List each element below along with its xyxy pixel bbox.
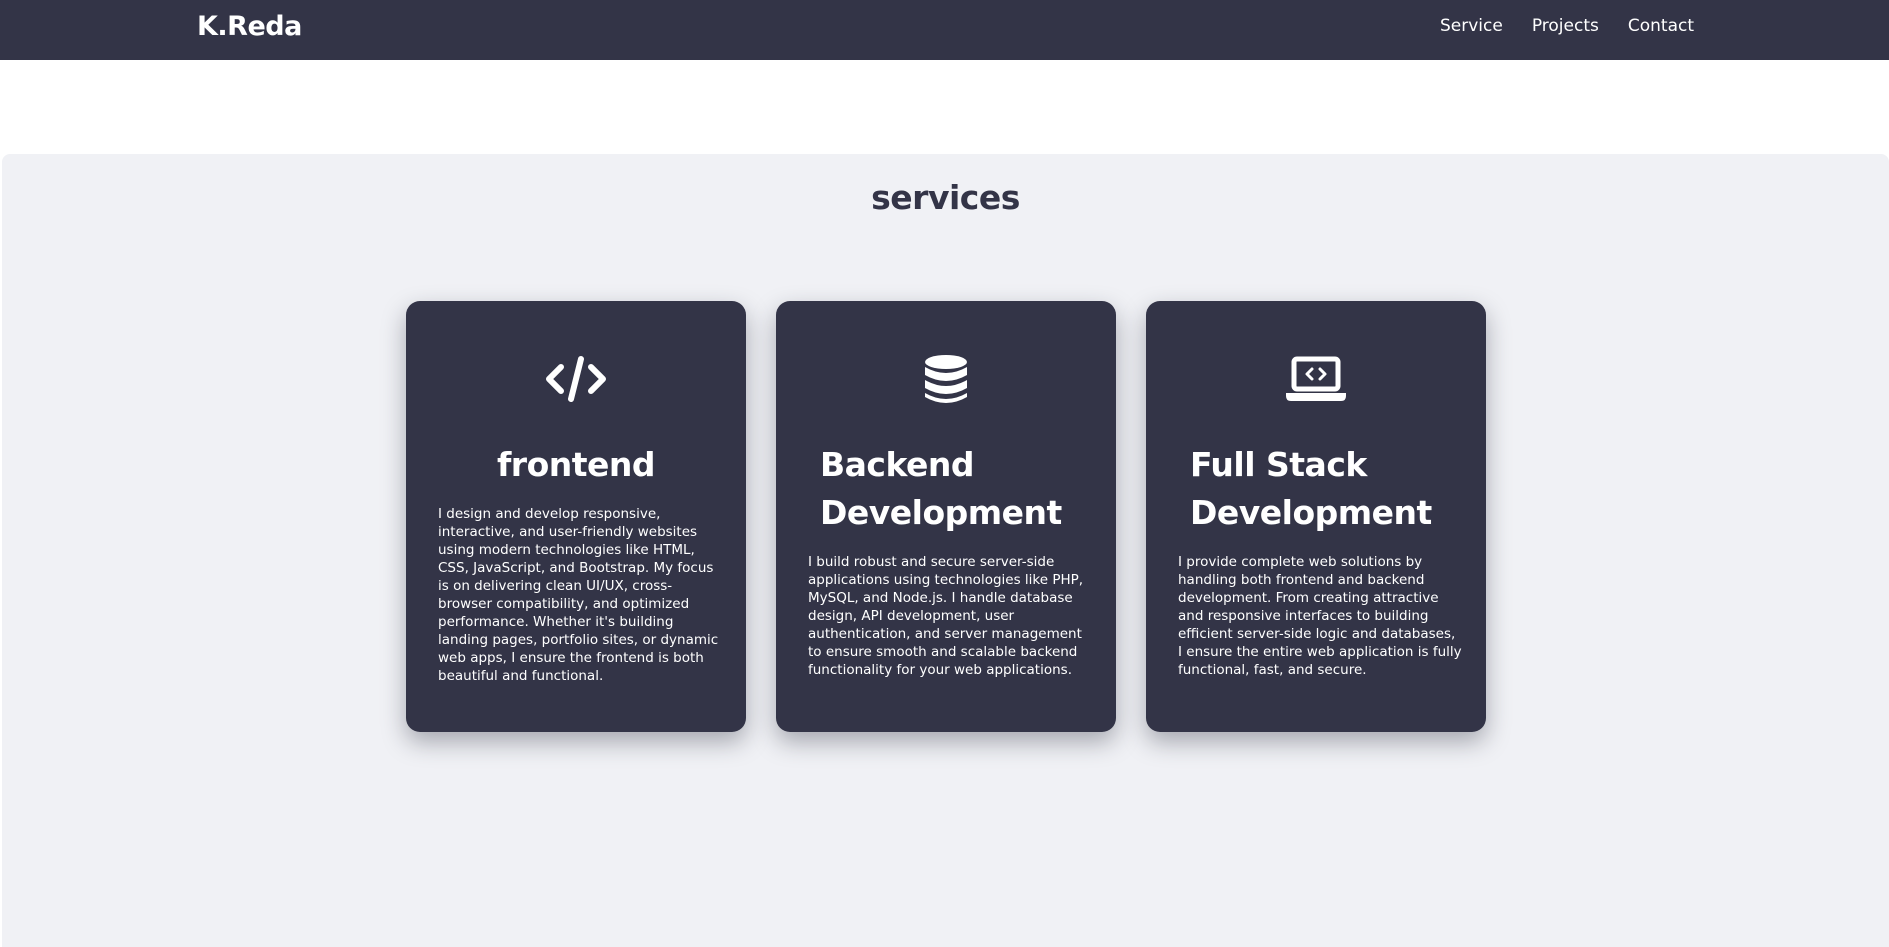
- card-title: Full Stack Development: [1190, 445, 1432, 532]
- brand-logo[interactable]: K.Reda: [197, 11, 302, 42]
- database-icon: [913, 351, 979, 407]
- service-card-frontend: frontend I design and develop responsive…: [406, 301, 746, 732]
- card-description: I design and develop responsive, interac…: [438, 506, 719, 684]
- laptop-code-icon: [1283, 351, 1349, 407]
- section-title: services: [871, 178, 1020, 217]
- card-title: frontend: [496, 445, 656, 484]
- code-icon: [543, 351, 609, 407]
- nav-link-service[interactable]: Service: [1440, 16, 1503, 36]
- nav-link-projects[interactable]: Projects: [1532, 16, 1599, 36]
- navbar: K.Reda Service Projects Contact: [0, 0, 1889, 60]
- card-description: I provide complete web solutions by hand…: [1178, 554, 1462, 678]
- card-title: Backend Development: [820, 445, 1062, 532]
- card-description: I build robust and secure server-side ap…: [808, 554, 1084, 678]
- service-card-backend: Backend Development I build robust and s…: [776, 301, 1116, 732]
- nav-link-contact[interactable]: Contact: [1628, 16, 1694, 36]
- services-section: services frontend I design and develop r…: [2, 154, 1889, 947]
- service-card-fullstack: Full Stack Development I provide complet…: [1146, 301, 1486, 732]
- nav-links: Service Projects Contact: [1440, 16, 1694, 36]
